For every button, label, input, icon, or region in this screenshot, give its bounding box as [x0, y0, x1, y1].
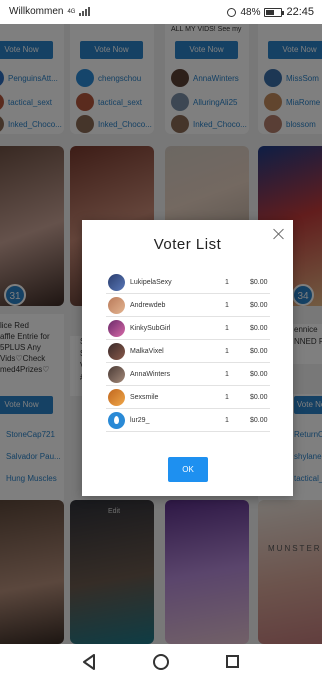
- voter-row: Sexsmile 1 $0.00: [106, 387, 270, 409]
- avatar: [108, 412, 125, 429]
- network-type: 4G: [67, 8, 76, 15]
- avatar: [108, 320, 125, 337]
- voter-name[interactable]: Andrewdeb: [130, 302, 165, 309]
- signal-icon: [79, 7, 91, 16]
- screen: Willkommen 4G 48% 22:45 Vote Now Penguin…: [0, 0, 322, 680]
- avatar: [108, 274, 125, 291]
- battery-icon: [264, 7, 285, 17]
- voter-row: lur29_ 1 $0.00: [106, 410, 270, 432]
- voter-row: KinkySubGirl 1 $0.00: [106, 318, 270, 340]
- vote-count: 1: [225, 394, 229, 401]
- voter-list[interactable]: LukipelaSexy 1 $0.00 Andrewdeb 1 $0.00 K…: [106, 272, 270, 452]
- close-icon[interactable]: [273, 228, 285, 240]
- voter-name[interactable]: LukipelaSexy: [130, 279, 172, 286]
- clock: 22:45: [286, 6, 314, 18]
- vote-amount: $0.00: [250, 325, 268, 332]
- vote-count: 1: [225, 325, 229, 332]
- status-bar: Willkommen 4G 48% 22:45: [0, 0, 322, 24]
- avatar: [108, 366, 125, 383]
- water-drop-icon: [114, 416, 119, 424]
- dialog-title: Voter List: [153, 236, 222, 253]
- voter-name[interactable]: MalkaVixel: [130, 348, 164, 355]
- vote-count: 1: [225, 371, 229, 378]
- recent-square-icon[interactable]: [226, 655, 239, 668]
- voter-name[interactable]: lur29_: [130, 417, 149, 424]
- avatar: [108, 389, 125, 406]
- voter-row: Andrewdeb 1 $0.00: [106, 295, 270, 317]
- voter-list-dialog: Voter List LukipelaSexy 1 $0.00 Andrewde…: [82, 220, 293, 496]
- voter-row: MalkaVixel 1 $0.00: [106, 341, 270, 363]
- avatar: [108, 343, 125, 360]
- avatar: [108, 297, 125, 314]
- vote-count: 1: [225, 302, 229, 309]
- voter-row: LukipelaSexy 1 $0.00: [106, 272, 270, 294]
- vote-amount: $0.00: [250, 417, 268, 424]
- voter-name[interactable]: KinkySubGirl: [130, 325, 170, 332]
- voter-name[interactable]: Sexsmile: [130, 394, 158, 401]
- battery-percent: 48%: [240, 6, 261, 18]
- voter-row: AnnaWinters 1 $0.00: [106, 364, 270, 386]
- vote-amount: $0.00: [250, 371, 268, 378]
- carrier-label: Willkommen: [9, 6, 64, 17]
- back-triangle-icon[interactable]: [82, 654, 96, 670]
- vote-count: 1: [225, 417, 229, 424]
- vote-amount: $0.00: [250, 394, 268, 401]
- vote-amount: $0.00: [250, 302, 268, 309]
- alarm-icon: [227, 7, 237, 17]
- vote-amount: $0.00: [250, 348, 268, 355]
- vote-count: 1: [225, 348, 229, 355]
- ok-button[interactable]: OK: [168, 457, 208, 482]
- voter-name[interactable]: AnnaWinters: [130, 371, 170, 378]
- home-circle-icon[interactable]: [153, 654, 169, 670]
- vote-count: 1: [225, 279, 229, 286]
- system-nav-bar: [0, 644, 322, 680]
- vote-amount: $0.00: [250, 279, 268, 286]
